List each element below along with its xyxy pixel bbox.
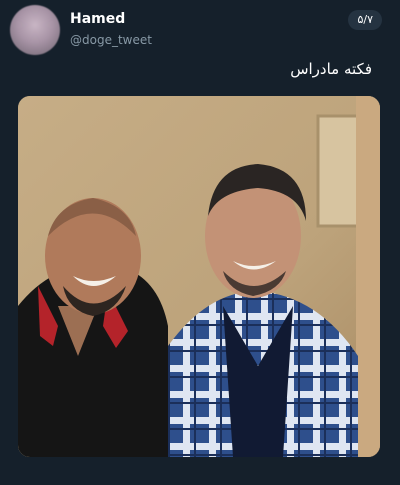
image-counter-badge: ۵/۷ xyxy=(348,10,382,30)
avatar[interactable] xyxy=(10,5,60,55)
photo-illustration xyxy=(18,96,380,457)
tweet-text: فکته مادراس xyxy=(290,60,372,78)
tweet-header: Hamed @doge_tweet ۵/۷ xyxy=(0,0,400,60)
tweet-photo[interactable] xyxy=(18,96,380,457)
display-name[interactable]: Hamed xyxy=(70,11,125,27)
user-handle[interactable]: @doge_tweet xyxy=(70,33,152,47)
